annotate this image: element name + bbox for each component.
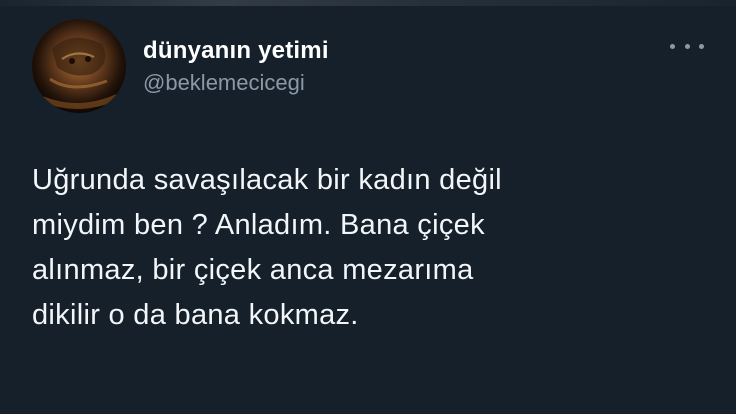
author-info: dünyanın yetimi @beklemecicegi — [143, 36, 329, 98]
tweet-text-line: miydim ben ? Anladım. Bana çiçek — [32, 209, 485, 241]
more-dot-3 — [699, 43, 704, 49]
more-dot-1 — [670, 43, 675, 49]
tweet-card: dünyanın yetimi @beklemecicegi Uğrunda s… — [0, 0, 736, 414]
more-options-icon[interactable] — [670, 36, 704, 56]
avatar[interactable] — [32, 19, 126, 113]
tweet-text-line: dikilir o da bana kokmaz. — [32, 299, 359, 331]
display-name[interactable]: dünyanın yetimi — [143, 36, 329, 66]
more-dot-2 — [684, 43, 690, 49]
tweet-text-line: alınmaz, bir çiçek anca mezarıma — [32, 254, 474, 286]
top-edge — [0, 0, 736, 6]
avatar-image — [32, 19, 126, 113]
tweet-text: Uğrunda savaşılacak bir kadın değil miyd… — [32, 158, 712, 338]
tweet-text-line: Uğrunda savaşılacak bir kadın değil — [32, 164, 502, 196]
user-handle[interactable]: @beklemecicegi — [143, 68, 329, 98]
